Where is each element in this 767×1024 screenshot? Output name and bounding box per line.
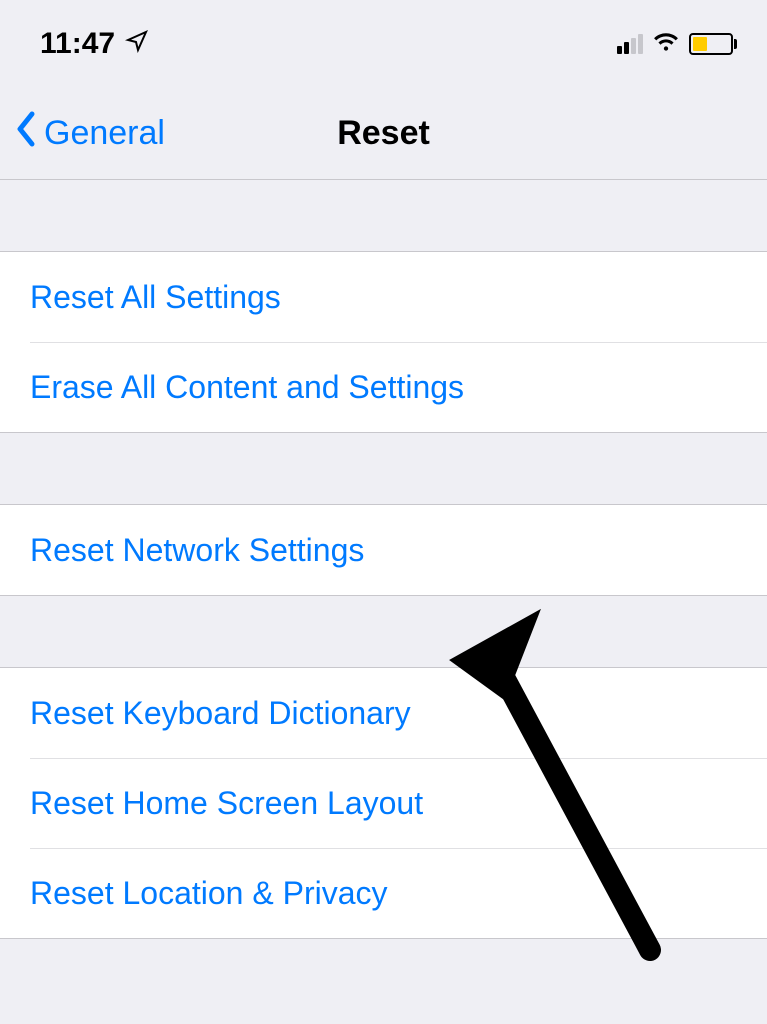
settings-group: Reset Keyboard Dictionary Reset Home Scr… [0, 668, 767, 939]
status-time: 11:47 [40, 27, 115, 61]
location-arrow-icon [125, 27, 149, 61]
back-button[interactable]: General [0, 110, 165, 157]
nav-bar: General Reset [0, 88, 767, 180]
chevron-left-icon [14, 110, 38, 157]
page-title: Reset [337, 114, 430, 153]
settings-group: Reset Network Settings [0, 505, 767, 596]
row-reset-location-privacy[interactable]: Reset Location & Privacy [30, 848, 767, 938]
settings-group: Reset All Settings Erase All Content and… [0, 252, 767, 433]
row-reset-all-settings[interactable]: Reset All Settings [0, 252, 767, 342]
row-label: Reset Location & Privacy [30, 875, 388, 912]
row-reset-home-screen-layout[interactable]: Reset Home Screen Layout [30, 758, 767, 848]
battery-icon [689, 33, 737, 55]
row-label: Reset Network Settings [30, 532, 364, 569]
row-label: Reset All Settings [30, 279, 281, 316]
cellular-signal-icon [617, 34, 643, 54]
row-reset-network-settings[interactable]: Reset Network Settings [0, 505, 767, 595]
group-spacer [0, 433, 767, 505]
row-label: Reset Home Screen Layout [30, 785, 423, 822]
row-reset-keyboard-dictionary[interactable]: Reset Keyboard Dictionary [0, 668, 767, 758]
status-right [617, 29, 737, 60]
row-label: Reset Keyboard Dictionary [30, 695, 411, 732]
group-spacer [0, 180, 767, 252]
status-left: 11:47 [40, 27, 149, 61]
row-label: Erase All Content and Settings [30, 369, 464, 406]
row-erase-all-content[interactable]: Erase All Content and Settings [30, 342, 767, 432]
group-spacer [0, 596, 767, 668]
back-label: General [44, 114, 165, 153]
status-bar: 11:47 [0, 0, 767, 88]
wifi-icon [653, 29, 679, 60]
